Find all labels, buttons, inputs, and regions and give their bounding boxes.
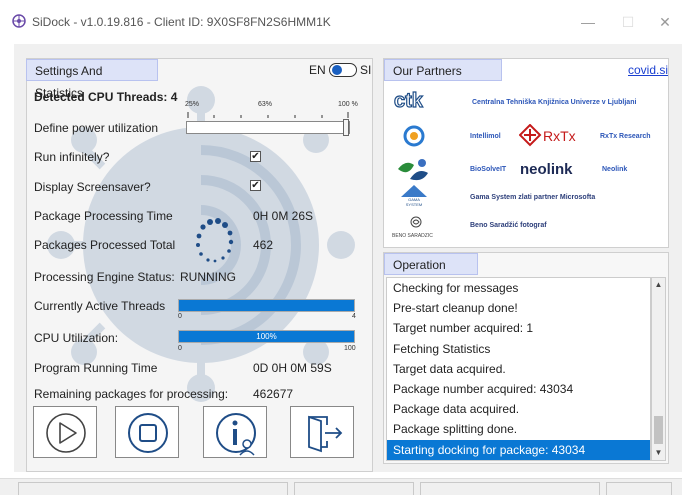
ctk-partner-text[interactable]: Centralna Tehniška Knjižnica Univerze v …: [472, 99, 636, 106]
engine-status-label: Processing Engine Status:: [34, 270, 175, 284]
log-entry[interactable]: Package data acquired.: [387, 399, 650, 419]
biosolveit-logo[interactable]: [396, 157, 432, 183]
active-threads-max: 4: [352, 313, 356, 320]
screensaver-checkbox[interactable]: ✔: [250, 180, 261, 191]
power-utilization-label: Define power utilization: [34, 121, 159, 135]
title-bar: SiDock - v1.0.19.816 - Client ID: 9X0SF8…: [0, 0, 682, 44]
ctk-logo[interactable]: ctk: [392, 89, 442, 111]
rxtx-logo-text: RxTx: [543, 128, 576, 144]
gama-system-text[interactable]: Gama System zlati partner Microsofta: [470, 194, 595, 201]
biosolveit-text[interactable]: BioSolveIT: [470, 166, 506, 173]
checkmark-icon: ✔: [251, 151, 260, 162]
status-segment: [606, 482, 672, 495]
app-logo-icon: [12, 14, 26, 28]
screensaver-label: Display Screensaver?: [34, 180, 151, 194]
log-entry[interactable]: Pre-start cleanup done!: [387, 298, 650, 318]
checkmark-icon: ✔: [251, 180, 260, 191]
log-entry[interactable]: Fetching Statistics: [387, 339, 650, 359]
maximize-button[interactable]: ☐: [618, 12, 638, 32]
minimize-button[interactable]: —: [578, 12, 598, 32]
active-threads-min: 0: [178, 313, 182, 320]
scroll-down-icon[interactable]: ▼: [652, 446, 665, 460]
status-segment: [18, 482, 288, 495]
status-bar: [0, 478, 682, 495]
beno-logo-text: BENO SARADZIC: [392, 233, 433, 239]
operation-log-list[interactable]: Checking for messages Pre-start cleanup d…: [386, 277, 651, 461]
cpu-util-label: CPU Utilization:: [34, 331, 119, 345]
power-slider-thumb[interactable]: [343, 119, 349, 136]
running-time-label: Program Running Time: [34, 361, 158, 375]
gama-system-logo[interactable]: GAMA SYSTEM: [400, 184, 428, 208]
remaining-packages-value: 462677: [253, 387, 294, 401]
active-threads-label: Currently Active Threads: [34, 299, 166, 313]
stop-button[interactable]: [115, 406, 179, 458]
power-utilization-slider[interactable]: [186, 119, 350, 136]
running-time-value: 0D 0H 0M 59S: [253, 361, 332, 375]
active-threads-fill: [179, 300, 354, 311]
tab-our-partners[interactable]: Our Partners: [384, 59, 502, 81]
neolink-logo[interactable]: neolink: [520, 161, 573, 178]
power-tick-25: 25%: [185, 101, 200, 108]
processing-time-value: 0H 0M 26S: [253, 209, 314, 223]
gama-logo-text: GAMA SYSTEM: [405, 197, 423, 207]
covid-si-link[interactable]: covid.si: [628, 63, 668, 77]
log-entry[interactable]: Checking for messages: [387, 278, 650, 298]
stop-icon: [128, 413, 168, 453]
cpu-util-max: 100: [344, 345, 356, 352]
info-user-icon: [216, 413, 256, 456]
close-button[interactable]: ✕: [655, 12, 675, 32]
status-segment: [294, 482, 414, 495]
log-entry[interactable]: Starting docking for package: 43034: [387, 439, 650, 460]
cpu-util-fill: 100%: [179, 331, 354, 342]
neolink-text[interactable]: Neolink: [602, 166, 627, 173]
log-entry[interactable]: Target data acquired.: [387, 359, 650, 379]
play-button[interactable]: [33, 406, 97, 458]
intellimol-logo[interactable]: [403, 125, 425, 147]
language-toggle[interactable]: [329, 63, 357, 77]
beno-saradzic-logo[interactable]: BENO SARADZIC: [392, 216, 442, 242]
log-entry[interactable]: Package splitting done.: [387, 419, 650, 439]
processed-total-value: 462: [253, 238, 274, 252]
gama-triangle-icon: [401, 185, 427, 197]
intellimol-text[interactable]: Intellimol: [470, 133, 501, 140]
run-infinitely-label: Run infinitely?: [34, 150, 110, 164]
power-tick-100: 100 %: [338, 101, 358, 108]
play-icon: [46, 413, 86, 453]
exit-door-icon: [308, 415, 343, 453]
lang-en-label: EN: [309, 63, 326, 77]
remaining-packages-label: Remaining packages for processing:: [34, 387, 229, 401]
rxtx-research-text[interactable]: RxTx Research: [600, 133, 651, 140]
scroll-up-icon[interactable]: ▲: [652, 278, 665, 292]
engine-status-value: RUNNING: [180, 270, 236, 284]
info-button[interactable]: [203, 406, 267, 458]
window-title: SiDock - v1.0.19.816 - Client ID: 9X0SF8…: [32, 15, 331, 29]
run-infinitely-checkbox[interactable]: ✔: [250, 151, 261, 162]
exit-button[interactable]: [290, 406, 354, 458]
cpu-threads-label: Detected CPU Threads: 4: [34, 90, 178, 104]
tab-operation-log[interactable]: Operation Log: [384, 253, 478, 294]
beno-mark-icon: [410, 216, 422, 228]
log-scrollbar[interactable]: ▲ ▼: [651, 277, 666, 461]
processing-time-label: Package Processing Time: [34, 209, 173, 223]
scrollbar-thumb[interactable]: [654, 416, 663, 444]
lang-si-label: SI: [360, 63, 372, 77]
beno-saradzic-text[interactable]: Beno Saradžić fotograf: [470, 222, 547, 229]
rxtx-logo[interactable]: RxTx: [519, 124, 581, 148]
spinner-icon: [196, 218, 234, 263]
toggle-knob: [332, 65, 342, 75]
svg-text:ctk: ctk: [394, 90, 424, 111]
status-segment: [420, 482, 600, 495]
cpu-util-bar: 100%: [178, 330, 355, 343]
tab-settings-and-statistics[interactable]: Settings And Statistics: [26, 59, 158, 100]
cpu-util-min: 0: [178, 345, 182, 352]
power-slider-ticks: [187, 112, 349, 118]
log-entry[interactable]: Package number acquired: 43034: [387, 379, 650, 399]
log-entry[interactable]: Target number acquired: 1: [387, 318, 650, 338]
power-tick-63: 63%: [258, 101, 273, 108]
active-threads-bar: [178, 299, 355, 312]
processed-total-label: Packages Processed Total: [34, 238, 176, 252]
